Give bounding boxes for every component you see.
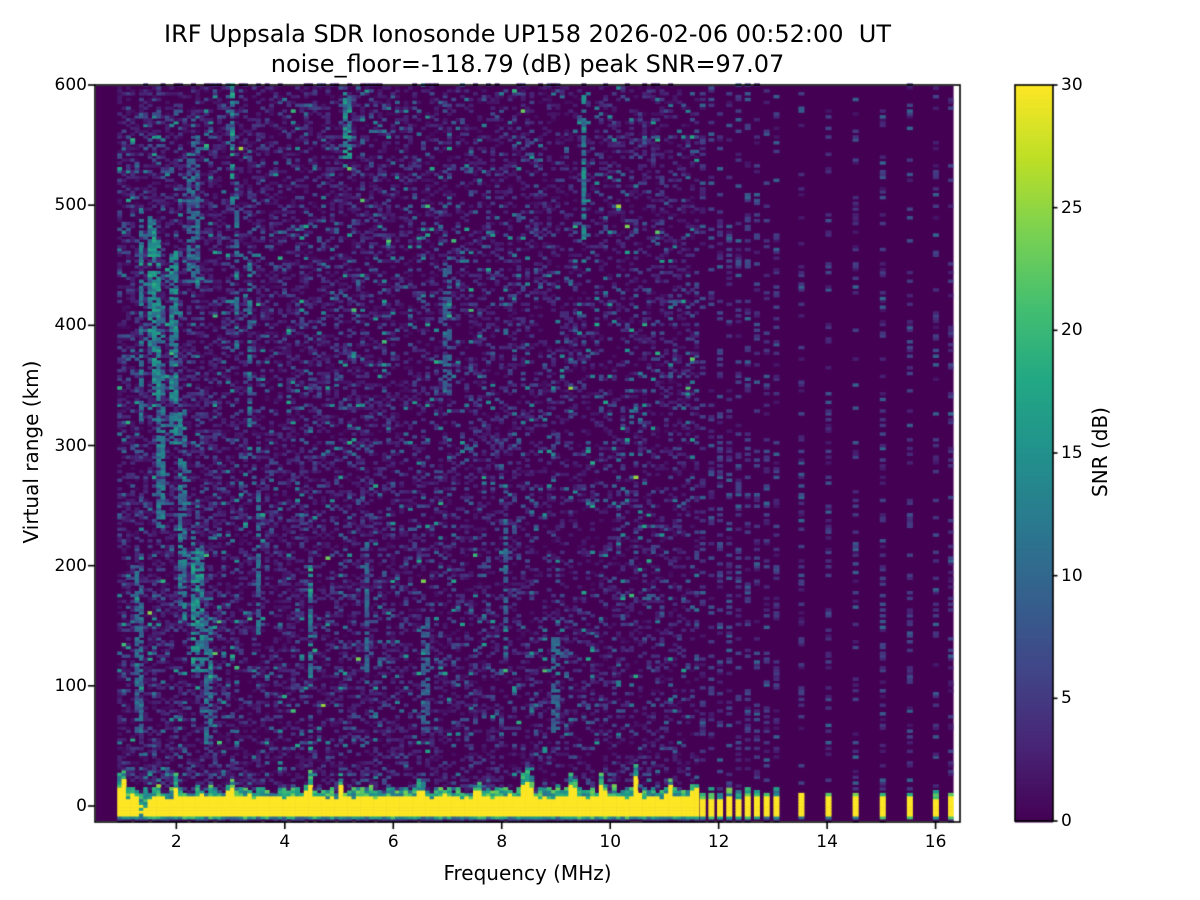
y-tick-label: 0	[76, 796, 87, 817]
y-tick-label: 500	[54, 195, 87, 216]
x-axis-label: Frequency (MHz)	[443, 861, 612, 885]
chart-title: IRF Uppsala SDR Ionosonde UP158 2026-02-…	[164, 20, 891, 48]
y-tick-label: 200	[54, 555, 87, 576]
x-tick-label: 2	[170, 832, 182, 852]
colorbar-tick-label: 20	[1061, 320, 1083, 341]
ionogram-figure: IRF Uppsala SDR Ionosonde UP158 2026-02-…	[0, 0, 1200, 900]
colorbar-tick-label: 10	[1061, 565, 1083, 586]
colorbar-tick-label: 15	[1061, 443, 1083, 463]
x-tick-label: 4	[279, 832, 291, 852]
colorbar-tick-label: 30	[1061, 75, 1083, 95]
x-tick-label: 10	[599, 832, 622, 852]
x-tick-label: 14	[816, 832, 838, 852]
y-tick-label: 400	[54, 315, 87, 336]
y-tick-label: 600	[54, 75, 87, 95]
colorbar-tick-label: 25	[1061, 197, 1083, 218]
chart-subtitle: noise_floor=-118.79 (dB) peak SNR=97.07	[270, 50, 785, 78]
x-tick-label: 8	[496, 832, 508, 852]
colorbar-tick-label: 5	[1061, 688, 1072, 709]
x-tick-label: 16	[924, 832, 947, 852]
ionogram-heatmap-canvas	[0, 0, 1200, 900]
y-tick-label: 300	[54, 435, 87, 456]
x-tick-label: 6	[387, 832, 399, 852]
colorbar-tick-label: 0	[1061, 811, 1072, 831]
y-tick-label: 100	[54, 675, 87, 696]
x-tick-label: 12	[707, 832, 730, 852]
